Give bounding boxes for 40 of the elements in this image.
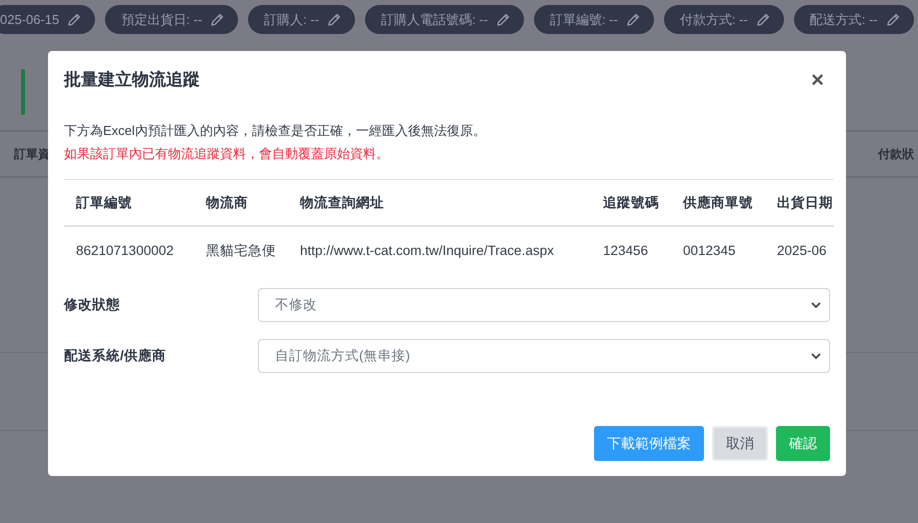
dialog-title: 批量建立物流追蹤 [64,69,200,91]
pencil-icon [626,12,640,26]
select-field[interactable]: 自訂物流方式(無串接) [258,339,830,373]
column-header: 供應商單號 [682,194,754,212]
notice-text: 下方為Excel內預計匯入的內容，請檢查是否正確，一經匯入後無法復原。 [64,122,487,140]
pencil-icon [327,12,342,26]
filter-chip[interactable]: 訂購人: -- [248,5,356,34]
filter-chip[interactable]: 訂單編號: -- [534,5,654,34]
filter-chip[interactable]: 訂購人電話號碼: -- [365,5,524,34]
column-header: 追蹤號碼 [602,194,660,212]
pencil-icon [210,12,224,26]
pencil-icon [886,12,900,26]
field-label: 配送系統/供應商 [64,347,167,365]
column-header: 物流商 [204,194,249,212]
select-field[interactable]: 不修改 [258,288,830,322]
filter-chip[interactable]: 預定出貨日: -- [105,5,238,34]
pencil-icon [67,12,82,26]
table-cell-text: 2025-06 [776,243,828,258]
close-button[interactable]: × [805,68,830,90]
table-cell-text: 黑貓宅急便 [205,242,277,260]
field-label: 修改狀態 [64,296,121,314]
filter-chip[interactable]: 付款方式: -- [664,5,784,34]
table-cell-text: 8621071300002 [75,243,175,258]
table-cell-text: 0012345 [682,243,737,258]
column-header: 付款狀 [878,146,914,162]
filter-chip[interactable]: 025-06-15 [0,5,96,34]
chevron-icon [811,302,821,308]
table-cell-text: http://www.t-cat.com.tw/Inquire/Trace.aspx [299,243,555,258]
table-cell-text: 123456 [602,243,650,258]
pencil-icon [496,12,510,26]
filter-chip[interactable]: 配送方式: -- [794,5,914,34]
dialog-button[interactable]: 確認 [776,426,830,461]
chevron-icon [811,352,821,360]
dialog-button[interactable]: 取消 [712,426,768,461]
column-header: 訂單編號 [74,194,133,212]
column-header: 物流查詢網址 [298,194,385,212]
warning-text: 如果該訂單內已有物流追蹤資料，會自動覆蓋原始資料。 [64,145,390,163]
dialog-button[interactable]: 下載範例檔案 [594,426,704,461]
pencil-icon [756,12,770,26]
column-header: 出貨日期 [776,194,834,212]
